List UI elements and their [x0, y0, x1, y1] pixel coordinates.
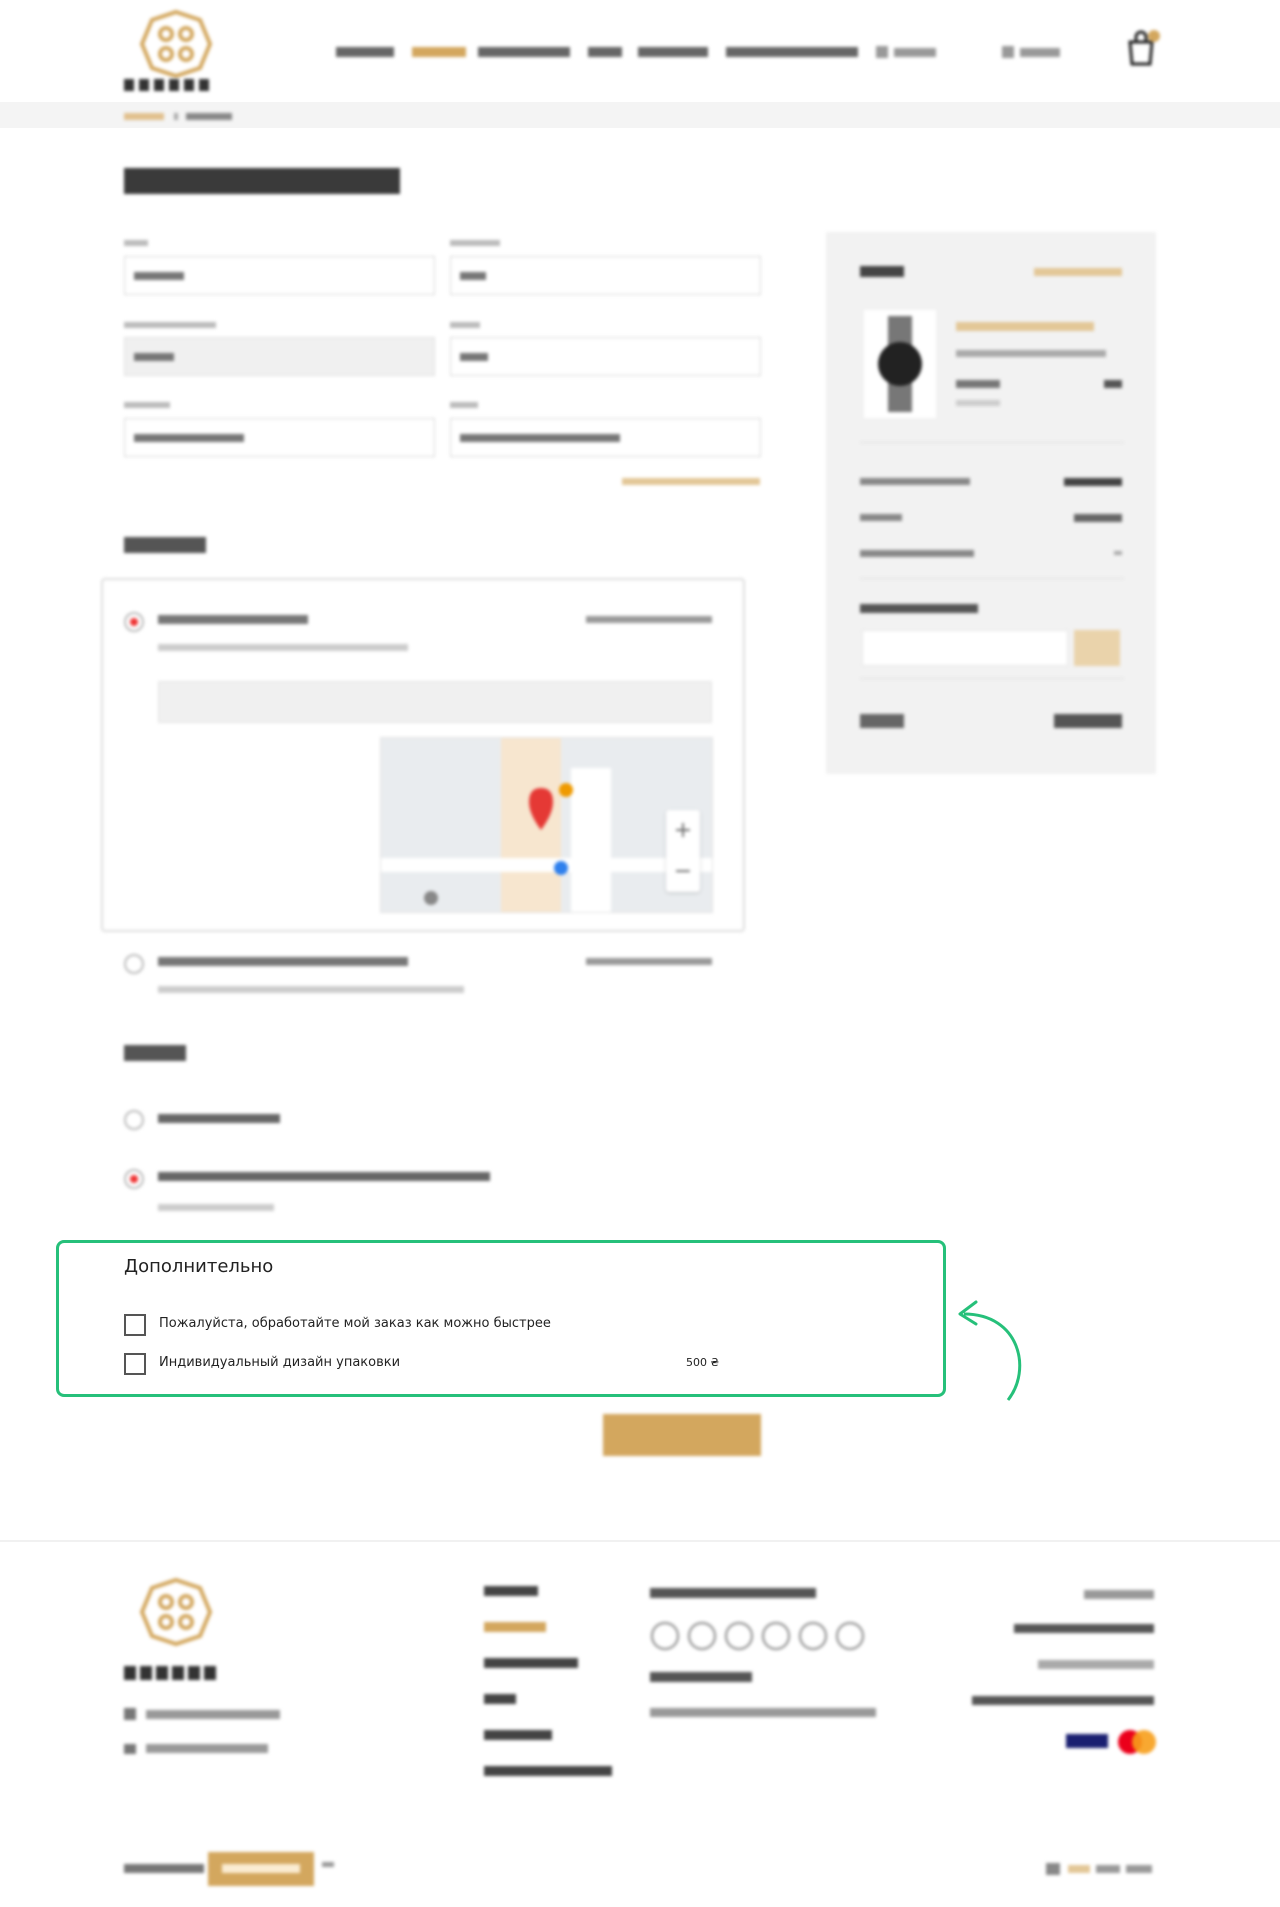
checkout-form-fields: [124, 240, 761, 485]
cart-icon[interactable]: [1124, 28, 1160, 68]
payment-card-logos: [1066, 1730, 1156, 1754]
footer-logo[interactable]: [124, 1576, 234, 1686]
breadcrumb[interactable]: [124, 111, 234, 121]
map-zoom-out-icon[interactable]: −: [666, 851, 700, 892]
golden-wordmark: [124, 79, 209, 91]
promo-code-input[interactable]: [862, 630, 1068, 666]
main-nav: [336, 44, 1062, 58]
order-summary-content: [860, 266, 1124, 728]
delivery-pickup-store-texts: [158, 615, 712, 651]
payment-heading: [124, 1045, 186, 1061]
additional-title: Дополнительно: [124, 1256, 274, 1277]
promo-apply-button[interactable]: [1074, 630, 1120, 666]
language-switcher[interactable]: [1046, 1862, 1158, 1876]
footer-contacts: [124, 1708, 280, 1754]
custom-packaging-checkbox[interactable]: [124, 1353, 146, 1375]
payment-cash-label: [158, 1114, 280, 1123]
delivery-nova-poshta-texts: [158, 957, 712, 993]
store-select[interactable]: [158, 681, 712, 723]
delivery-pickup-store-radio[interactable]: [124, 612, 144, 632]
nav-items-shape[interactable]: [336, 45, 1062, 59]
priority-processing-checkbox[interactable]: [124, 1314, 146, 1336]
site-header: [0, 0, 1280, 102]
custom-packaging-label: Индивидуальный дизайн упаковки: [159, 1355, 401, 1370]
payment-card-radio[interactable]: [124, 1169, 144, 1189]
delivery-heading: [124, 537, 206, 553]
map-tiles: [381, 738, 712, 912]
powered-by[interactable]: [124, 1852, 344, 1886]
footer-address-and-payment: [972, 1590, 1154, 1705]
footer-nav[interactable]: [484, 1584, 614, 1784]
map-zoom-in-icon[interactable]: +: [666, 810, 700, 851]
custom-packaging-price: 500 ₴: [686, 1356, 720, 1369]
store-map[interactable]: + −: [380, 737, 713, 913]
place-order-button[interactable]: [603, 1414, 761, 1456]
page-title: [124, 168, 400, 194]
payment-card-texts: [158, 1172, 490, 1211]
footer-social-and-hours: [650, 1588, 876, 1717]
priority-processing-label: Пожалуйста, обработайте мой заказ как мо…: [159, 1316, 551, 1331]
highlight-arrow-icon: [958, 1300, 1022, 1401]
map-zoom-controls: + −: [666, 810, 700, 892]
footer-divider: [0, 1540, 1280, 1542]
delivery-nova-poshta-radio[interactable]: [124, 954, 144, 974]
payment-cash-radio[interactable]: [124, 1110, 144, 1130]
